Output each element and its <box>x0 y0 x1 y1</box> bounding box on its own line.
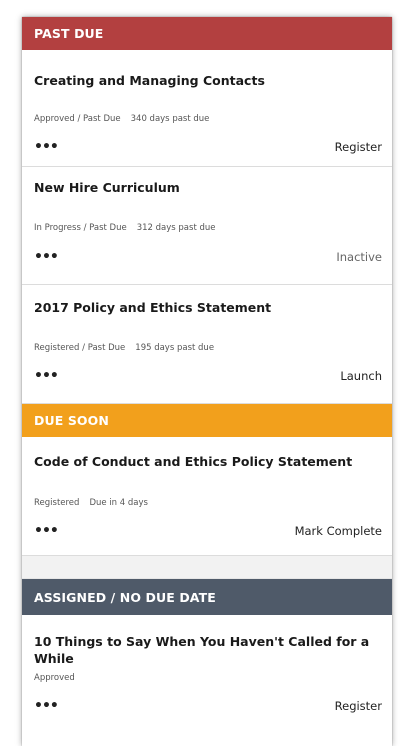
more-dots-icon[interactable]: ••• <box>34 699 59 713</box>
course-title: 10 Things to Say When You Haven't Called… <box>34 634 370 666</box>
course-title: New Hire Curriculum <box>34 180 180 195</box>
more-dots-icon[interactable]: ••• <box>34 524 59 538</box>
section-header-due-soon: DUE SOON <box>22 404 392 437</box>
course-status-line: Approved / Past Due 340 days past due <box>34 114 209 124</box>
course-due: 312 days past due <box>136 223 216 233</box>
inactive-status: Inactive <box>336 250 382 264</box>
course-status: Approved / Past Due <box>34 114 121 124</box>
section-title: DUE SOON <box>34 413 109 428</box>
course-status: Registered <box>34 498 80 508</box>
register-button[interactable]: Register <box>335 699 382 713</box>
register-button[interactable]: Register <box>335 140 382 154</box>
course-title: Creating and Managing Contacts <box>34 73 265 88</box>
course-status: In Progress / Past Due <box>34 223 127 233</box>
course-title: Code of Conduct and Ethics Policy Statem… <box>34 454 353 469</box>
list-item: Creating and Managing Contacts Approved … <box>22 50 392 167</box>
mark-complete-button[interactable]: Mark Complete <box>295 524 382 538</box>
list-item: Code of Conduct and Ethics Policy Statem… <box>22 437 392 556</box>
section-header-past-due: PAST DUE <box>22 17 392 50</box>
card-actions: ••• Launch <box>34 369 382 383</box>
course-due: 195 days past due <box>135 343 215 353</box>
course-status-line: In Progress / Past Due 312 days past due <box>34 223 216 233</box>
more-dots-icon[interactable]: ••• <box>34 140 59 154</box>
card-actions: ••• Register <box>34 699 382 713</box>
learning-list-panel: PAST DUE Creating and Managing Contacts … <box>22 17 392 746</box>
section-spacer <box>22 556 392 579</box>
list-item: 2017 Policy and Ethics Statement Registe… <box>22 285 392 404</box>
launch-button[interactable]: Launch <box>340 369 382 383</box>
section-title: ASSIGNED / NO DUE DATE <box>34 589 216 605</box>
course-due: 340 days past due <box>130 114 210 124</box>
card-actions: ••• Mark Complete <box>34 524 382 538</box>
course-status: Approved <box>34 673 75 683</box>
more-dots-icon[interactable]: ••• <box>34 369 59 383</box>
section-title: PAST DUE <box>34 26 104 41</box>
course-status-line: Registered Due in 4 days <box>34 498 148 508</box>
section-header-assigned: ASSIGNED / NO DUE DATE <box>22 579 392 615</box>
course-title: 2017 Policy and Ethics Statement <box>34 300 272 315</box>
course-due: Due in 4 days <box>89 498 148 508</box>
course-status-line: Approved <box>34 673 75 683</box>
list-item: New Hire Curriculum In Progress / Past D… <box>22 167 392 285</box>
more-dots-icon[interactable]: ••• <box>34 250 59 264</box>
card-actions: ••• Register <box>34 140 382 154</box>
course-status: Registered / Past Due <box>34 343 126 353</box>
list-item: 10 Things to Say When You Haven't Called… <box>22 615 392 745</box>
course-status-line: Registered / Past Due 195 days past due <box>34 343 214 353</box>
card-actions: ••• Inactive <box>34 250 382 264</box>
